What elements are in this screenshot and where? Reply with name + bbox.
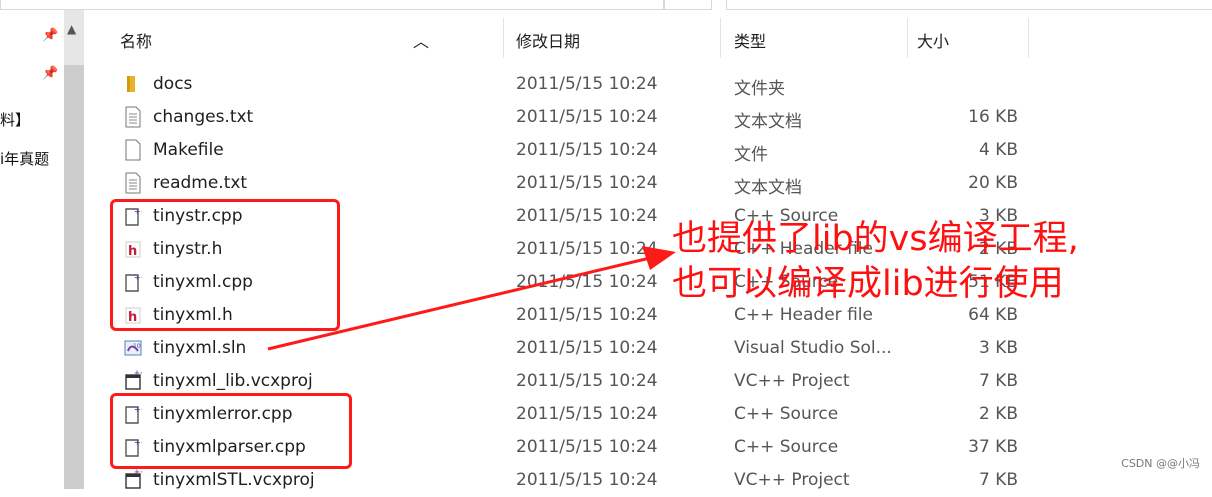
watermark: CSDN @@小冯 — [1121, 457, 1200, 470]
annotation-line-1: 也提供了lib的vs编译工程, — [672, 219, 1079, 259]
annotation-line-2: 也可以编译成lib进行使用 — [672, 264, 1064, 304]
